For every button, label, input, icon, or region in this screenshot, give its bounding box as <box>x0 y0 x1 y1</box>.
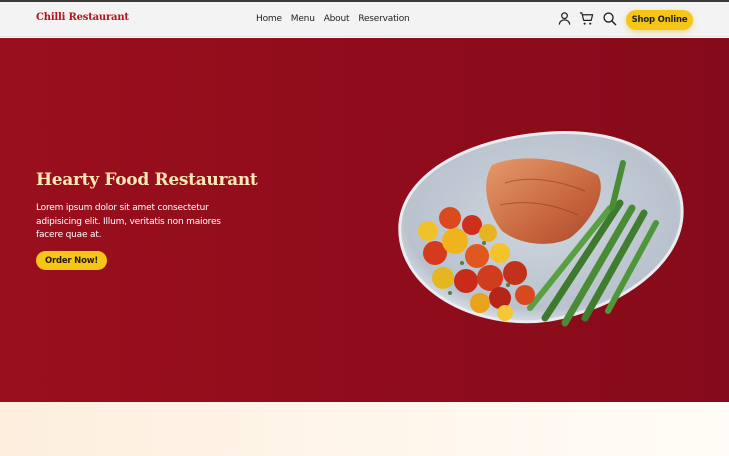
nav-reservation[interactable]: Reservation <box>358 14 409 24</box>
main-nav: Home Menu About Reservation <box>256 14 410 24</box>
shop-online-button[interactable]: Shop Online <box>626 10 693 30</box>
cart-icon[interactable] <box>579 11 594 26</box>
navbar: Chilli Restaurant Home Menu About Reserv… <box>0 2 729 37</box>
nav-about[interactable]: About <box>324 14 350 24</box>
brand-logo[interactable]: Chilli Restaurant <box>36 12 129 23</box>
dish-image <box>398 131 684 327</box>
hero-description: Lorem ipsum dolor sit amet consectetur a… <box>36 203 221 240</box>
hero-title: Hearty Food Restaurant <box>36 170 258 190</box>
user-icon[interactable] <box>557 11 572 26</box>
hero-section: Hearty Food Restaurant Lorem ipsum dolor… <box>0 38 729 402</box>
nav-home[interactable]: Home <box>256 14 282 24</box>
nav-menu[interactable]: Menu <box>291 14 315 24</box>
next-section-preview <box>0 402 729 456</box>
order-now-button[interactable]: Order Now! <box>36 251 107 270</box>
search-icon[interactable] <box>602 11 617 26</box>
